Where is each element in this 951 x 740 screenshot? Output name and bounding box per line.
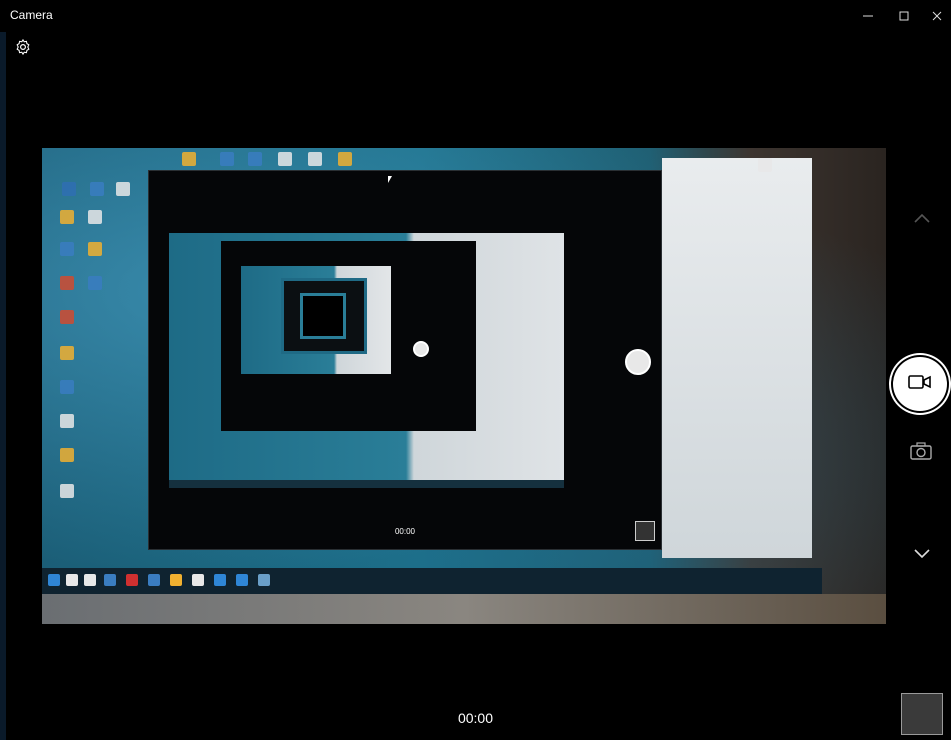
chevron-up-icon (913, 211, 931, 229)
settings-button[interactable] (12, 38, 34, 60)
preview-nested-timer: 00:00 (394, 527, 416, 536)
preview-desktop-icon (338, 152, 352, 166)
window-left-edge (0, 0, 6, 740)
preview-desktop-icon (116, 182, 130, 196)
preview-taskbar-icon (170, 574, 182, 586)
preview-desktop-icon (60, 346, 74, 360)
preview-nested-view-level2-content (241, 266, 391, 374)
preview-desktop-icon (182, 152, 196, 166)
scroll-down-button[interactable] (908, 542, 936, 570)
preview-desktop-icon (88, 276, 102, 290)
preview-nested-shutter (413, 341, 429, 357)
preview-desktop-icon (62, 182, 76, 196)
preview-desktop-icon (88, 242, 102, 256)
preview-desktop-icon (88, 210, 102, 224)
camera-icon (910, 441, 932, 465)
app-title: Camera (10, 8, 53, 22)
preview-taskbar (42, 568, 822, 594)
preview-taskbar-icon (104, 574, 116, 586)
preview-nested-camera-window: 00:00 (148, 170, 662, 550)
preview-taskbar-icon (192, 574, 204, 586)
close-icon (932, 9, 942, 24)
preview-taskbar-icon (66, 574, 78, 586)
preview-taskbar-icon (148, 574, 160, 586)
photo-mode-button[interactable] (908, 441, 934, 465)
preview-desktop-icon (60, 276, 74, 290)
preview-mouse-cursor (388, 176, 392, 183)
preview-taskbar-icon (48, 574, 60, 586)
preview-desk-shelf (42, 594, 886, 624)
video-camera-icon (908, 374, 932, 395)
preview-desktop-icon (758, 158, 772, 172)
preview-desktop-icon (308, 152, 322, 166)
preview-desktop-icon (60, 380, 74, 394)
preview-desktop-icon (60, 484, 74, 498)
preview-taskbar-icon (214, 574, 226, 586)
scroll-up-button[interactable] (908, 206, 936, 234)
preview-desktop-icon (90, 182, 104, 196)
preview-taskbar-icon (258, 574, 270, 586)
preview-desktop-icon (248, 152, 262, 166)
preview-desktop-icon (60, 448, 74, 462)
minimize-button[interactable] (851, 0, 885, 32)
preview-desktop-icon (220, 152, 234, 166)
preview-nested-view-level3 (281, 278, 367, 354)
camera-preview: 00:00 (42, 148, 886, 624)
preview-desktop-icon (60, 242, 74, 256)
preview-nested-taskbar (169, 480, 564, 488)
preview-desktop-icon (278, 152, 292, 166)
preview-taskbar-icon (126, 574, 138, 586)
maximize-icon (899, 9, 909, 24)
gear-icon (14, 38, 32, 61)
preview-desktop-icon (60, 310, 74, 324)
record-video-button[interactable] (893, 357, 947, 411)
preview-taskbar-icon (84, 574, 96, 586)
preview-desktop-icon (60, 414, 74, 428)
preview-document-window (662, 158, 812, 558)
preview-nested-view (169, 233, 564, 488)
close-button[interactable] (920, 0, 951, 32)
preview-nested-shutter (625, 349, 651, 375)
preview-taskbar-icon (236, 574, 248, 586)
maximize-button[interactable] (887, 0, 921, 32)
preview-desktop-icon (60, 210, 74, 224)
chevron-down-icon (913, 547, 931, 565)
preview-nested-view-level4 (300, 293, 346, 339)
preview-nested-view-level2 (221, 241, 476, 431)
minimize-icon (863, 9, 873, 24)
recording-timer: 00:00 (457, 710, 494, 726)
title-bar: Camera (0, 0, 951, 32)
